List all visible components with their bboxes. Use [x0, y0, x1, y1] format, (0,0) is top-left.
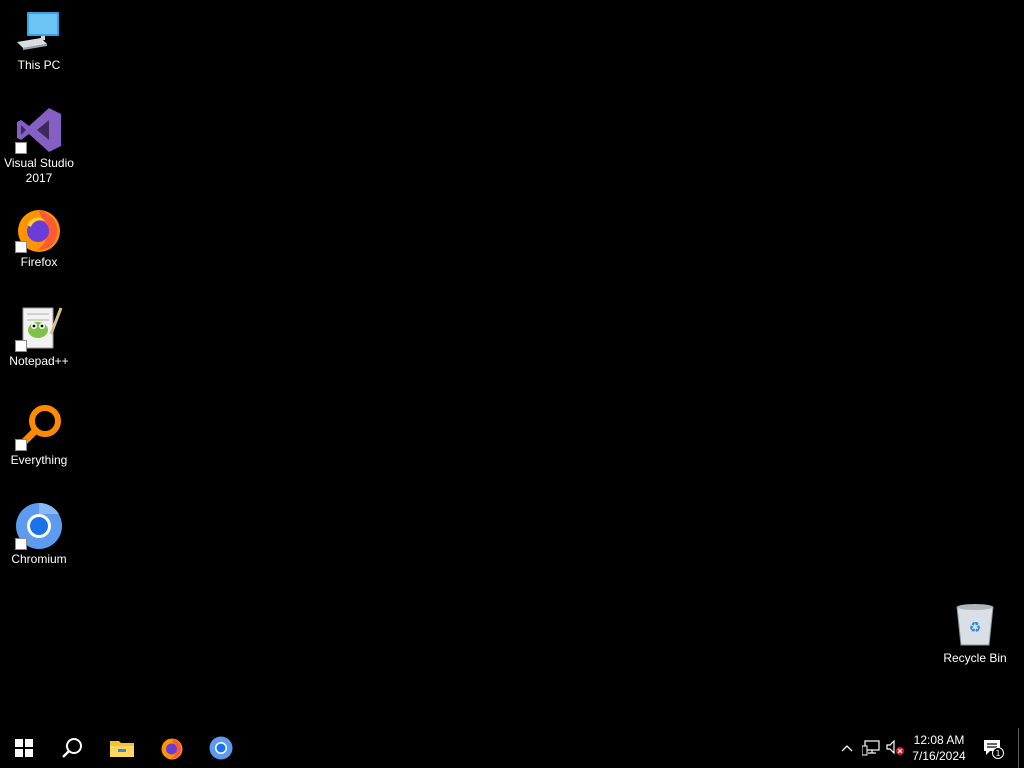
taskbar-file-explorer[interactable] [98, 728, 146, 768]
desktop-icon-label: Recycle Bin [943, 651, 1007, 665]
desktop-icon-this-pc[interactable]: This PC [1, 8, 77, 73]
recycle-bin-icon: ♻ [951, 601, 999, 649]
desktop-icon-recycle-bin[interactable]: ♻ Recycle Bin [937, 601, 1013, 666]
show-desktop-button[interactable] [1018, 728, 1024, 768]
start-button[interactable] [0, 728, 48, 768]
volume-button[interactable] [884, 728, 906, 768]
chromium-icon [209, 736, 233, 760]
notification-count: 1 [995, 749, 1000, 758]
desktop-icon-label: Notepad++ [9, 354, 69, 368]
desktop-icon-label: This PC [17, 58, 61, 72]
firefox-icon [161, 738, 183, 760]
computer-icon [15, 8, 63, 56]
desktop-icon-firefox[interactable]: Firefox [1, 205, 77, 270]
visual-studio-icon [15, 106, 63, 154]
shortcut-arrow-icon [15, 142, 27, 154]
network-icon [862, 740, 880, 756]
show-hidden-icons-button[interactable] [836, 728, 858, 768]
shortcut-arrow-icon [15, 538, 27, 550]
shortcut-arrow-icon [15, 439, 27, 451]
svg-text:♻: ♻ [969, 620, 982, 636]
taskbar: 12:08 AM 7/16/2024 1 [0, 728, 1024, 768]
desktop-icon-label: Everything [10, 453, 68, 467]
action-center-icon: 1 [984, 740, 1004, 759]
taskbar-clock[interactable]: 12:08 AM 7/16/2024 [904, 728, 974, 768]
notepadpp-icon [15, 304, 63, 352]
network-button[interactable] [860, 728, 882, 768]
desktop-icon-label: Visual Studio 2017 [4, 156, 74, 185]
desktop-icon-everything[interactable]: Everything [1, 403, 77, 468]
desktop-icon-label: Firefox [20, 255, 58, 269]
desktop-icon-chromium[interactable]: Chromium [1, 502, 77, 567]
clock-time: 12:08 AM [913, 733, 965, 747]
desktop-icon-label: Chromium [11, 552, 67, 566]
chevron-up-icon [841, 745, 853, 752]
desktop[interactable]: This PC Visual Studio 2017 Firefox Notep… [0, 0, 1024, 728]
desktop-icon-visual-studio[interactable]: Visual Studio 2017 [1, 106, 77, 186]
shortcut-arrow-icon [15, 340, 27, 352]
windows-start-icon [15, 739, 33, 757]
chromium-icon [15, 502, 63, 550]
taskbar-chromium[interactable] [197, 728, 245, 768]
firefox-icon [15, 205, 63, 253]
search-button[interactable] [48, 728, 96, 768]
action-center-button[interactable]: 1 [980, 728, 1006, 768]
clock-date: 7/16/2024 [912, 749, 966, 763]
desktop-icon-notepadpp[interactable]: Notepad++ [1, 304, 77, 369]
search-icon [62, 738, 82, 758]
shortcut-arrow-icon [15, 241, 27, 253]
volume-muted-icon [886, 740, 904, 755]
taskbar-firefox[interactable] [148, 728, 196, 768]
everything-icon [15, 403, 63, 451]
file-explorer-icon [110, 741, 134, 757]
